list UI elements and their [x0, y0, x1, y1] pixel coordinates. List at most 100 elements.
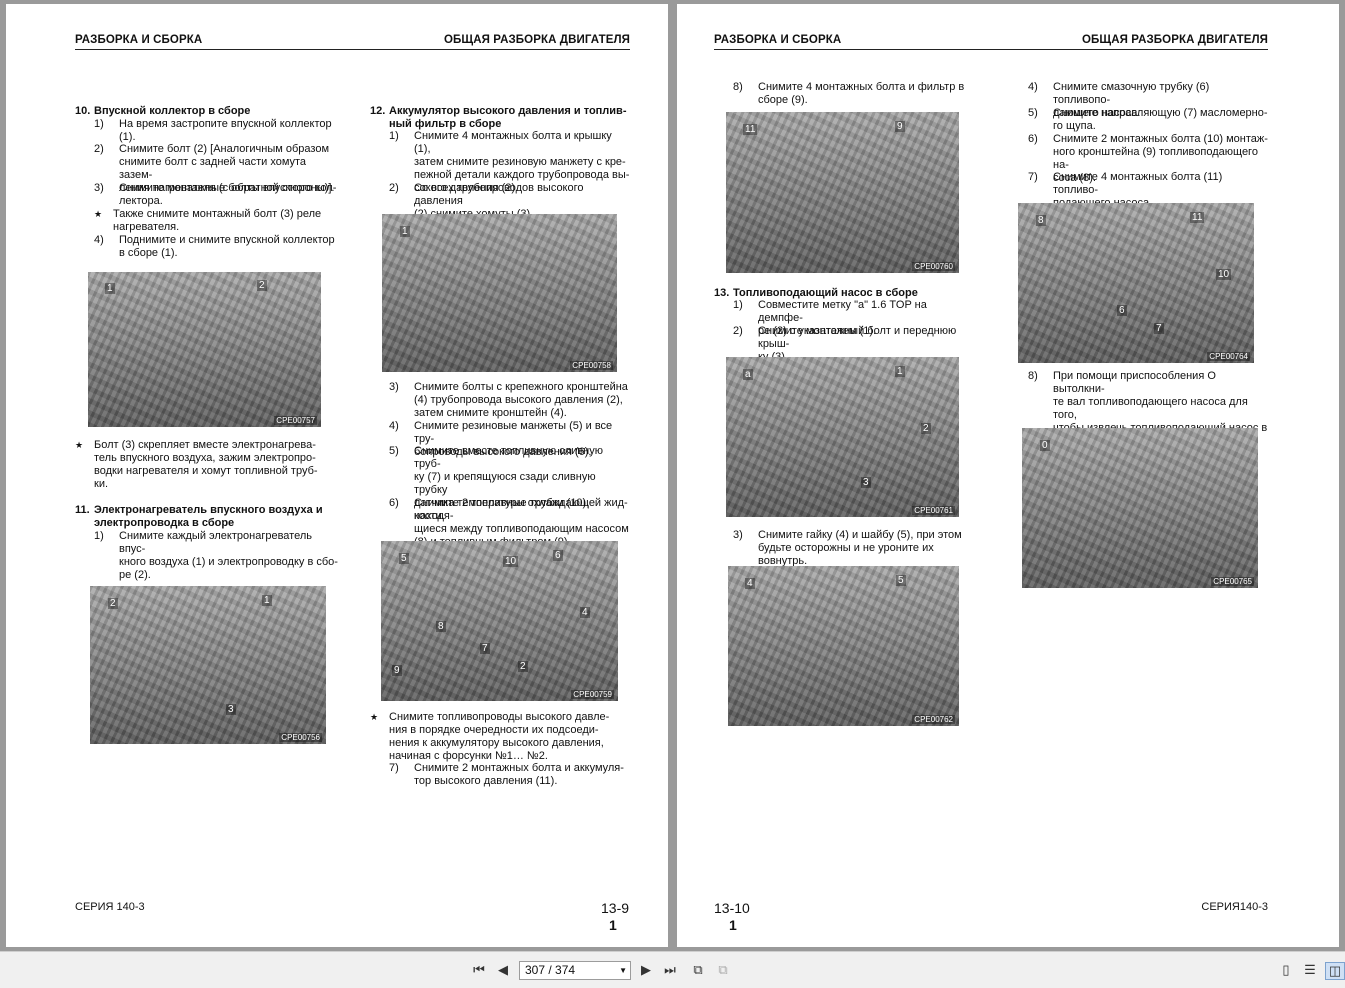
photo-callout: 7 [480, 643, 490, 654]
step-number: 6) [1028, 133, 1038, 145]
step-number: 1) [389, 130, 399, 142]
step-text: Снимите 4 монтажных болта и фильтр в сбор… [758, 81, 965, 106]
step-number: 1) [94, 530, 104, 542]
header-right: ОБЩАЯ РАЗБОРКА ДВИГАТЕЛЯ [1082, 34, 1268, 46]
photo-callout: 9 [895, 121, 905, 132]
step-text: Аккумулятор высокого давления и топлив-н… [389, 105, 627, 130]
step-number: 7) [1028, 171, 1038, 183]
header-right: ОБЩАЯ РАЗБОРКА ДВИГАТЕЛЯ [444, 34, 630, 46]
photo-callout: 2 [921, 423, 931, 434]
photo-callout: 7 [1154, 323, 1164, 334]
photo-callout: 8 [436, 621, 446, 632]
photo-callout: a [743, 369, 753, 380]
step-text: Болт (3) скрепляет вместе электронагрева… [94, 439, 318, 490]
footer-series: СЕРИЯ140-3 [1201, 901, 1268, 913]
step-7-pump-bolts: 7) Снимите 4 монтажных болта (11) топливо… [1028, 171, 1269, 209]
section-11-title: 11. Электронагреватель впускного воздуха … [75, 504, 340, 530]
step-13-1: 1) Совместите метку "а" 1.6 TOP на демпфе… [733, 299, 974, 337]
first-page-icon[interactable]: ⏮ [470, 962, 488, 978]
step-number: 8) [733, 81, 743, 93]
left-page: РАЗБОРКА И СБОРКА ОБЩАЯ РАЗБОРКА ДВИГАТЕ… [6, 4, 668, 947]
photo-callout: 11 [743, 124, 758, 135]
photo-callout: 6 [553, 550, 563, 561]
photo-code: CPE00761 [912, 506, 955, 515]
photo-puller-tool: 0 CPE00765 [1022, 428, 1258, 588]
note-mark: ★ [75, 440, 84, 450]
page-sub-number: 1 [729, 917, 737, 933]
photo-code: CPE00762 [912, 715, 955, 724]
photo-code: CPE00756 [279, 733, 322, 742]
step-number: 5) [389, 445, 399, 457]
step-text: Электронагреватель впускного воздуха и эл… [94, 504, 323, 529]
photo-callout: 2 [257, 280, 267, 291]
step-text: Снимите каждый электронагреватель впус-к… [119, 530, 338, 581]
photo-callout: 11 [1190, 212, 1205, 223]
header-rule [714, 49, 1268, 50]
step-12-5: 5) Снимите вместе топливную сливную труб-… [389, 445, 630, 522]
step-4-lube-tube: 4) Снимите смазочную трубку (6) топливопо… [1028, 81, 1269, 119]
photo-callout: 9 [392, 665, 402, 676]
step-number: 2) [389, 182, 399, 194]
step-10-2: 2) Снимите болт (2) [Аналогичным образом с… [94, 143, 339, 194]
page-indicator: 307 / 374 [525, 963, 576, 977]
step-number: 3) [733, 529, 743, 541]
page-number: 13-9 [601, 900, 630, 916]
step-number: 4) [94, 234, 104, 246]
next-page-icon[interactable]: ▶ [637, 962, 655, 978]
photo-callout: 8 [1036, 215, 1046, 226]
step-6-bracket: 6) Снимите 2 монтажных болта (10) монтаж-… [1028, 133, 1269, 184]
right-page: РАЗБОРКА И СБОРКА ОБЩАЯ РАЗБОРКА ДВИГАТЕ… [677, 4, 1339, 947]
step-text: На время застропите впускной коллектор (1… [119, 118, 332, 143]
step-number: 1) [733, 299, 743, 311]
step-text: Поднимите и снимите впускной коллектор в … [119, 234, 335, 259]
photo-damper: a 1 3 2 CPE00761 [726, 357, 959, 517]
next-view-icon[interactable]: ⧉ [714, 962, 732, 978]
facing-pages-view-icon[interactable]: ◫ [1325, 962, 1345, 980]
continuous-view-icon[interactable]: ☰ [1301, 962, 1319, 978]
step-number: 6) [389, 497, 399, 509]
photo-callout: 1 [262, 595, 272, 606]
photo-callout: 4 [745, 578, 755, 589]
photo-callout: 3 [861, 477, 871, 488]
step-13-2: 2) Снимите монтажный болт и переднюю крыш… [733, 325, 974, 363]
step-number: 4) [1028, 81, 1038, 93]
previous-page-icon[interactable]: ◀ [494, 962, 512, 978]
step-10-1: 1) На время застропите впускной коллектор… [94, 118, 339, 144]
step-number: 4) [389, 420, 399, 432]
note-mark: ★ [370, 712, 379, 722]
photo-callout: 4 [580, 607, 590, 618]
step-13-3: 3) Снимите гайку (4) и шайбу (5), при это… [733, 529, 974, 567]
photo-code: CPE00764 [1207, 352, 1250, 361]
photo-callout: 1 [105, 283, 115, 294]
previous-view-icon[interactable]: ⧉ [689, 962, 707, 978]
footer-series: СЕРИЯ 140-3 [75, 901, 145, 913]
photo-filter: 11 9 CPE00760 [726, 112, 959, 273]
page-number-select[interactable]: 307 / 374 ▼ [519, 961, 631, 980]
single-page-view-icon[interactable]: ▯ [1277, 962, 1295, 978]
note-mark: ★ [94, 209, 103, 219]
photo-callout: 2 [108, 598, 118, 609]
step-11-1: 1) Снимите каждый электронагреватель впус… [94, 530, 339, 581]
header-left: РАЗБОРКА И СБОРКА [714, 34, 842, 46]
note-fuel-line-order: ★ Снимите топливопроводы высокого давле-н… [370, 711, 630, 763]
step-12-3: 3) Снимите болты с крепежного кронштейна(… [389, 381, 630, 420]
photo-callout: 10 [503, 556, 519, 567]
step-number: 1) [94, 118, 104, 130]
step-number: 2) [94, 143, 104, 155]
photo-fuel-pump: 8 11 7 10 6 CPE00764 [1018, 203, 1254, 363]
photo-code: CPE00760 [912, 262, 955, 271]
photo-intake-manifold: 1 2 CPE00757 [88, 272, 321, 427]
step-12-4: 4) Снимите резиновые манжеты (5) и все тр… [389, 420, 630, 458]
step-text: Снимите гайку (4) и шайбу (5), при этом б… [758, 529, 962, 567]
photo-callout: 5 [896, 575, 906, 586]
step-number: 5) [1028, 107, 1038, 119]
photo-callout: 1 [400, 226, 410, 237]
photo-callout: 2 [518, 661, 528, 672]
section-number: 12. [370, 105, 386, 117]
step-text: Снимите болты с крепежного кронштейна (4)… [414, 381, 628, 419]
page-sub-number: 1 [609, 917, 617, 933]
step-10-3: 3) Снимите монтажные болты впускного кол-… [94, 182, 339, 208]
last-page-icon[interactable]: ⏭ [661, 962, 679, 978]
photo-code: CPE00758 [570, 361, 613, 370]
step-8-pump-removal: 8) При помощи приспособления O вытолкни-т… [1028, 370, 1269, 447]
